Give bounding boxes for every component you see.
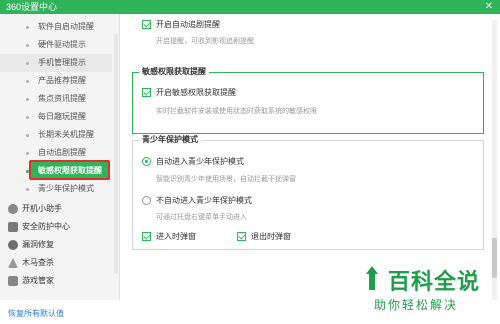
manual-youth-label: 不自动进入青少年保护模式 <box>156 196 252 205</box>
manual-youth-radio[interactable] <box>142 196 151 205</box>
sensitive-permission-label: 开启敏感权限获取提醒 <box>156 88 236 97</box>
sensitive-permission-title: 敏感权限获取提醒 <box>139 66 209 77</box>
sidebar-category-trojan[interactable]: 木马查杀 <box>0 254 112 272</box>
window-title: 360设置中心 <box>6 2 58 12</box>
sidebar-item-daily-fun[interactable]: 每日趣玩提醒 <box>0 108 112 126</box>
auto-follow-checkbox[interactable] <box>142 20 151 29</box>
watermark: 百科全说 助你轻松解决 <box>360 262 490 318</box>
sidebar-item-news[interactable]: 焦点资讯提醒 <box>0 90 112 108</box>
sidebar-item-driver[interactable]: 硬件驱动提示 <box>0 36 112 54</box>
sidebar-scrollbar[interactable] <box>114 34 118 274</box>
sidebar-item-product[interactable]: 产品推荐提醒 <box>0 72 112 90</box>
enter-popup-label: 进入时弹窗 <box>156 232 196 241</box>
watermark-big-text: 百科全说 <box>388 270 481 295</box>
auto-follow-label: 开启自动追剧提醒 <box>156 20 220 29</box>
sidebar-item-auto-start[interactable]: 软件自启动提醒 <box>0 18 112 36</box>
scrollbar-thumb[interactable] <box>492 238 497 278</box>
bullet-icon <box>26 62 29 65</box>
watermark-small-text: 助你轻松解决 <box>374 298 459 312</box>
power-icon <box>8 204 18 214</box>
youth-protection-group: 青少年保护模式 自动进入青少年保护模式 智能识别青少年使用场景，自动拦截干扰弹窗… <box>132 134 484 250</box>
shield-icon <box>8 222 18 232</box>
highlight-box <box>29 160 110 180</box>
sensitive-permission-desc: 实时拦截软件安装或使用状态时获取系统的敏感权限 <box>156 108 317 115</box>
sidebar-category-game[interactable]: 游戏管家 <box>0 272 112 290</box>
sidebar-item-youth[interactable]: 青少年保护模式 <box>0 180 112 198</box>
sidebar-item-phone[interactable]: 手机管理提示 <box>0 54 112 72</box>
exit-popup-checkbox[interactable] <box>237 232 246 241</box>
sensitive-permission-checkbox[interactable] <box>142 88 151 97</box>
enter-popup-checkbox[interactable] <box>142 232 151 241</box>
sidebar-category-security[interactable]: 安全防护中心 <box>0 218 112 236</box>
bullet-icon <box>26 152 29 155</box>
bullet-icon <box>26 116 29 119</box>
bullet-icon <box>26 134 29 137</box>
auto-youth-radio[interactable] <box>142 157 151 166</box>
bullet-icon <box>26 188 29 191</box>
settings-panel: 开启自动追剧提醒 开启提醒，可收到影视追剧提醒 敏感权限获取提醒 开启敏感权限获… <box>126 14 490 304</box>
repair-icon <box>8 240 18 250</box>
auto-follow-desc: 开启提醒，可收到影视追剧提醒 <box>156 38 254 45</box>
exit-popup-label: 退出时弹窗 <box>251 232 291 241</box>
restore-defaults-link[interactable]: 恢复所有默认值 <box>8 308 64 319</box>
bullet-icon <box>26 26 29 29</box>
sidebar: 软件自启动提醒 硬件驱动提示 手机管理提示 产品推荐提醒 焦点资讯提醒 每日趣玩… <box>0 14 120 300</box>
watermark-logo-icon <box>366 266 378 290</box>
close-icon[interactable]: ✕ <box>482 0 496 14</box>
auto-youth-desc: 智能识别青少年使用场景，自动拦截干扰弹窗 <box>156 176 296 183</box>
bullet-icon <box>26 80 29 83</box>
window-titlebar: 360设置中心 ✕ <box>0 0 500 14</box>
auto-youth-label: 自动进入青少年保护模式 <box>156 157 244 166</box>
sidebar-category-patch[interactable]: 漏洞修复 <box>0 236 112 254</box>
sidebar-category-boot-helper[interactable]: 开机小助手 <box>0 200 112 218</box>
youth-protection-title: 青少年保护模式 <box>139 134 201 145</box>
game-icon <box>8 276 18 286</box>
sidebar-item-shutdown[interactable]: 长期未关机提醒 <box>0 126 112 144</box>
bullet-icon <box>26 98 29 101</box>
main-scrollbar[interactable] <box>492 20 497 300</box>
bullet-icon <box>26 44 29 47</box>
sensitive-permission-group: 敏感权限获取提醒 开启敏感权限获取提醒 实时拦截软件安装或使用状态时获取系统的敏… <box>132 66 484 134</box>
trojan-icon <box>8 258 18 268</box>
manual-youth-desc: 可通过托盘右键菜单手动进入 <box>156 214 247 221</box>
